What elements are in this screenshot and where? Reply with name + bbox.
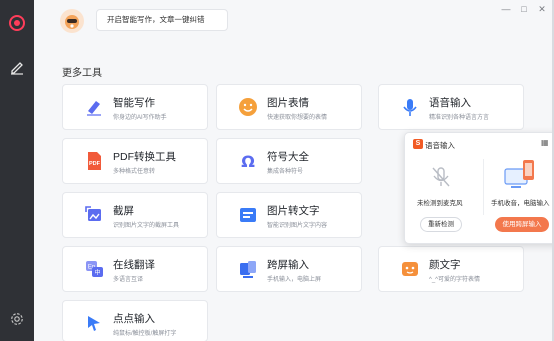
tool-subtitle: 手机输入，电脑上屏 [267, 277, 322, 283]
app-logo-icon[interactable] [8, 14, 26, 32]
popup-divider [483, 159, 484, 215]
tool-title: 图片表情 [267, 97, 309, 109]
tool-title: 截屏 [113, 205, 134, 217]
tool-subtitle: ^_^可爱的字符表情 [429, 277, 480, 283]
emoticon-icon [399, 258, 421, 280]
section-title: 更多工具 [62, 68, 102, 79]
screenshot-icon [83, 204, 105, 226]
svg-text:Ω: Ω [241, 152, 255, 171]
tool-subtitle: 你身边的AI写作助手 [113, 115, 167, 121]
mic-off-icon [429, 165, 453, 194]
omega-icon: Ω [237, 150, 259, 172]
settings-gear-icon[interactable] [8, 310, 26, 328]
pdf-icon: PDF [83, 150, 105, 172]
tool-title: 语音输入 [429, 97, 471, 109]
popup-title: 语音输入 [425, 141, 455, 150]
image-to-text-icon [237, 204, 259, 226]
tool-title: 点点输入 [113, 313, 155, 325]
tool-subtitle: 快速获取你想要的表情 [267, 115, 328, 121]
tool-subtitle: 识别图片文字的截屏工具 [113, 223, 180, 229]
tool-card-symbols[interactable]: Ω 符号大全 集成各种符号 [216, 138, 362, 184]
cross-screen-icon [237, 258, 259, 280]
use-cross-screen-button[interactable]: 使用跨屏输入 [495, 217, 549, 232]
recheck-button[interactable]: 重新检测 [420, 217, 462, 232]
tool-card-smart-writing[interactable]: 智能写作 你身边的AI写作助手 [62, 84, 208, 130]
maximize-button[interactable]: □ [518, 4, 530, 14]
tool-subtitle: 智能识别图片文字内容 [267, 223, 328, 229]
tool-subtitle: 纯鼠标/触控板/触屏打字 [113, 331, 177, 337]
svg-text:PDF: PDF [89, 161, 101, 167]
tool-card-voice-input[interactable]: 语音输入 精准识别各种语言方言 [378, 84, 524, 130]
tool-subtitle: 多种格式任意转 [113, 169, 156, 175]
tool-title: 符号大全 [267, 151, 309, 163]
smiley-icon [237, 96, 259, 118]
tool-subtitle: 集成各种符号 [267, 169, 304, 175]
minimize-button[interactable]: — [500, 4, 512, 14]
tool-subtitle: 精准识别各种语言方言 [429, 115, 490, 121]
tool-card-cross-screen[interactable]: 跨屏输入 手机输入，电脑上屏 [216, 246, 362, 292]
sogou-logo-icon: S [413, 139, 423, 149]
edit-icon[interactable] [8, 58, 26, 76]
tool-title: 颜文字 [429, 259, 461, 271]
tool-card-image-emoji[interactable]: 图片表情 快速获取你想要的表情 [216, 84, 362, 130]
tool-title: PDF转换工具 [113, 151, 176, 163]
microphone-icon [399, 96, 421, 118]
tool-card-online-translate[interactable]: En 中 在线翻译 多语言互译 [62, 246, 208, 292]
svg-text:中: 中 [94, 269, 100, 277]
tool-card-pdf-converter[interactable]: PDF PDF转换工具 多种格式任意转 [62, 138, 208, 184]
tool-title: 智能写作 [113, 97, 155, 109]
pen-icon [83, 96, 105, 118]
popup-menu-icon[interactable]: ▦ [541, 138, 549, 147]
tool-card-screenshot[interactable]: 截屏 识别图片文字的截屏工具 [62, 192, 208, 238]
assistant-prompt-bubble[interactable]: 开启智能写作，文章一键纠错 [96, 9, 228, 31]
tool-card-image-to-text[interactable]: 图片转文字 智能识别图片文字内容 [216, 192, 362, 238]
phone-computer-icon [501, 157, 541, 198]
tool-title: 图片转文字 [267, 205, 320, 217]
voice-input-popup: S 语音输入 ▦ ✕ 未检测到麦克风 手机收音，电脑输入 重新检测 使用跨屏输入 [404, 132, 554, 244]
cursor-icon [83, 312, 105, 334]
tool-card-emoticon[interactable]: 颜文字 ^_^可爱的字符表情 [378, 246, 524, 292]
assistant-avatar[interactable] [60, 9, 84, 33]
tool-card-dot-input[interactable]: 点点输入 纯鼠标/触控板/触屏打字 [62, 300, 208, 341]
close-button[interactable]: ✕ [536, 4, 548, 15]
phone-input-label: 手机收音，电脑输入 [491, 200, 550, 207]
tool-title: 在线翻译 [113, 259, 155, 271]
tool-subtitle: 多语言互译 [113, 277, 144, 283]
tool-title: 跨屏输入 [267, 259, 309, 271]
no-mic-label: 未检测到麦克风 [417, 200, 463, 207]
main-panel: 开启智能写作，文章一键纠错 — □ ✕ 更多工具 智能写作 你身边的AI写作助手… [34, 0, 554, 341]
sidebar [0, 0, 34, 341]
translate-icon: En 中 [83, 258, 105, 280]
